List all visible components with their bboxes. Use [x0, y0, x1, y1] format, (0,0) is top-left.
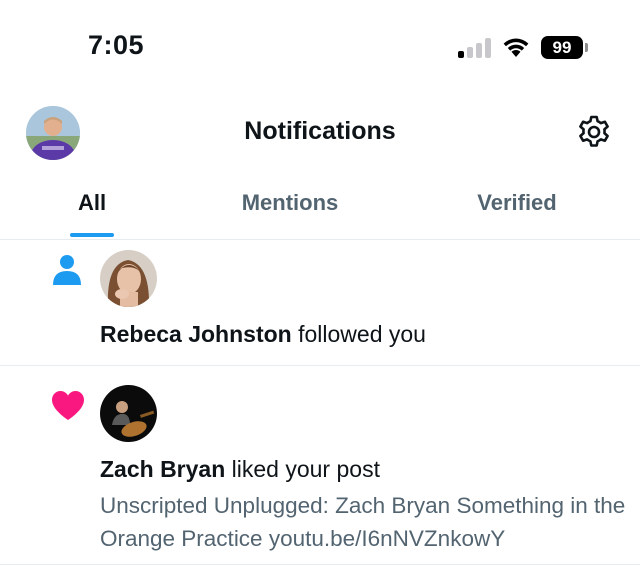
post-preview-text[interactable]: Unscripted Unplugged: Zach Bryan Somethi…: [100, 489, 630, 555]
avatar-photo-icon: [100, 385, 157, 442]
tab-mentions[interactable]: Mentions: [216, 190, 364, 240]
page-title: Notifications: [244, 117, 396, 145]
person-icon: [53, 255, 81, 285]
avatar[interactable]: [100, 250, 157, 307]
wifi-icon: [503, 38, 529, 57]
notification-user[interactable]: Zach Bryan: [100, 456, 225, 482]
active-tab-indicator: [70, 233, 114, 237]
cellular-signal-icon: [458, 38, 492, 58]
notification-item[interactable]: Zach Bryan liked your post Unscripted Un…: [0, 366, 640, 565]
notification-item[interactable]: Rebeca Johnston followed you: [0, 240, 640, 366]
notifications-screen: 7:05 99 Notifications All Mentions Verif…: [0, 0, 640, 580]
status-time: 7:05: [88, 30, 145, 60]
status-bar: 7:05 99: [0, 0, 640, 90]
avatar-photo-icon: [100, 250, 157, 307]
battery-tip: [585, 43, 588, 52]
notification-action: liked your post: [225, 456, 380, 482]
tab-verified[interactable]: Verified: [452, 190, 582, 240]
notification-user[interactable]: Rebeca Johnston: [100, 321, 292, 347]
settings-button[interactable]: [574, 112, 614, 152]
notification-tabs: All Mentions Verified: [0, 178, 640, 240]
notification-action: followed you: [291, 321, 426, 347]
notification-text: Rebeca Johnston followed you: [100, 321, 426, 348]
battery-indicator: 99: [541, 36, 583, 59]
heart-icon: [52, 391, 84, 420]
avatar[interactable]: [100, 385, 157, 442]
notification-text: Zach Bryan liked your post: [100, 456, 380, 483]
app-header: Notifications: [0, 90, 640, 175]
gear-icon: [579, 115, 609, 147]
